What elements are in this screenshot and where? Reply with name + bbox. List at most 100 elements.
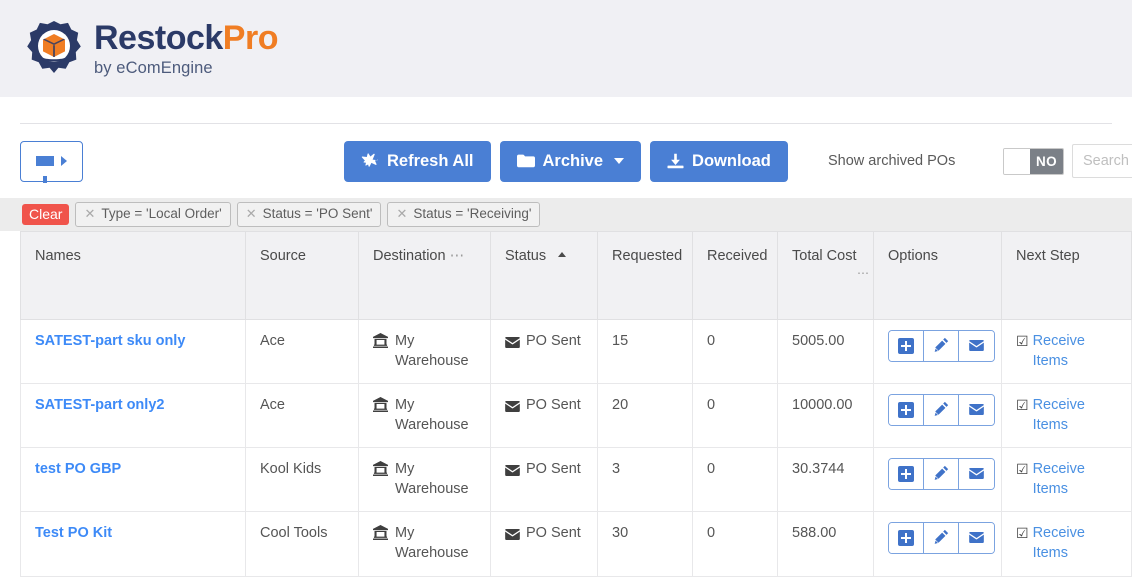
po-name-link[interactable]: SATEST-part sku only xyxy=(35,333,185,349)
edit-icon-button[interactable] xyxy=(924,459,959,489)
restockpro-logo: RestockPro by eComEngine xyxy=(24,19,278,79)
cell-status: PO Sent xyxy=(491,448,598,512)
archive-button[interactable]: Archive xyxy=(500,141,642,182)
cell-total-cost: 10000.00 xyxy=(778,384,874,448)
chevron-down-icon xyxy=(614,158,624,164)
envelope-icon xyxy=(505,399,520,419)
remove-filter-icon[interactable]: ✕ xyxy=(396,206,407,222)
column-header-requested[interactable]: Requested xyxy=(598,232,693,320)
row-options-group xyxy=(888,394,995,426)
table-header-row: Names Source Destination ⋯ Status Reques… xyxy=(21,232,1132,320)
envelope-icon xyxy=(505,463,520,483)
cell-source: Ace xyxy=(246,320,359,384)
status-label: PO Sent xyxy=(526,396,581,416)
column-header-source[interactable]: Source xyxy=(246,232,359,320)
archive-label: Archive xyxy=(543,152,604,171)
refresh-all-button[interactable]: Refresh All xyxy=(344,141,491,182)
checked-checkbox-icon: ☑ xyxy=(1016,525,1029,542)
table-row[interactable]: SATEST-part sku only Ace My Warehouse xyxy=(21,320,1132,384)
download-button[interactable]: Download xyxy=(650,141,788,182)
logo-subtitle: by eComEngine xyxy=(94,60,278,77)
warehouse-icon xyxy=(373,397,388,419)
column-header-destination[interactable]: Destination ⋯ xyxy=(359,232,491,320)
filter-button[interactable] xyxy=(20,141,83,182)
column-label: Next Step xyxy=(1016,248,1080,264)
cell-received: 0 xyxy=(693,384,778,448)
cell-total-cost: 5005.00 xyxy=(778,320,874,384)
cell-source: Ace xyxy=(246,384,359,448)
column-header-next-step[interactable]: Next Step xyxy=(1002,232,1132,320)
po-name-link[interactable]: Test PO Kit xyxy=(35,525,112,541)
cell-received: 0 xyxy=(693,448,778,512)
next-step-link[interactable]: Receive Items xyxy=(1033,332,1115,371)
logo-wordmark: RestockPro xyxy=(94,21,278,55)
plane-icon xyxy=(361,153,379,169)
po-name-link[interactable]: SATEST-part only2 xyxy=(35,397,164,413)
search-input[interactable] xyxy=(1072,144,1132,178)
cell-status: PO Sent xyxy=(491,320,598,384)
filter-chip[interactable]: ✕ Status = 'PO Sent' xyxy=(237,202,382,227)
row-options-group xyxy=(888,330,995,362)
cell-requested: 3 xyxy=(598,448,693,512)
column-label: Options xyxy=(888,248,938,264)
add-icon-button[interactable] xyxy=(889,331,924,361)
next-step-link[interactable]: Receive Items xyxy=(1033,524,1115,563)
cell-total-cost: 30.3744 xyxy=(778,448,874,512)
add-icon-button[interactable] xyxy=(889,523,924,553)
add-icon-button[interactable] xyxy=(889,459,924,489)
next-step-link[interactable]: Receive Items xyxy=(1033,396,1115,435)
edit-icon-button[interactable] xyxy=(924,331,959,361)
cell-next-step: ☑ Receive Items xyxy=(1002,512,1132,576)
edit-icon-button[interactable] xyxy=(924,395,959,425)
table-row[interactable]: Test PO Kit Cool Tools My Warehouse xyxy=(21,512,1132,576)
email-envelope-icon xyxy=(969,467,984,482)
filter-chip[interactable]: ✕ Status = 'Receiving' xyxy=(387,202,540,227)
email-icon-button[interactable] xyxy=(959,459,994,489)
email-envelope-icon xyxy=(969,403,984,418)
chevron-right-icon xyxy=(61,156,67,166)
edit-pencil-icon xyxy=(934,465,949,483)
next-step-link[interactable]: Receive Items xyxy=(1033,460,1115,499)
envelope-icon xyxy=(505,527,520,547)
table-row[interactable]: SATEST-part only2 Ace My Warehouse xyxy=(21,384,1132,448)
po-name-link[interactable]: test PO GBP xyxy=(35,461,121,477)
clear-filters-button[interactable]: Clear xyxy=(22,204,69,225)
action-button-group: Refresh All Archive Download xyxy=(344,141,788,182)
email-icon-button[interactable] xyxy=(959,331,994,361)
status-label: PO Sent xyxy=(526,460,581,480)
remove-filter-icon[interactable]: ✕ xyxy=(246,206,257,222)
cell-destination: My Warehouse xyxy=(359,448,491,512)
filter-chip-label: Status = 'Receiving' xyxy=(413,206,531,222)
column-header-options[interactable]: Options xyxy=(874,232,1002,320)
filter-chip[interactable]: ✕ Type = 'Local Order' xyxy=(75,202,230,227)
download-label: Download xyxy=(692,152,771,171)
cell-options xyxy=(874,384,1002,448)
column-label: Destination xyxy=(373,248,446,264)
table-row[interactable]: test PO GBP Kool Kids My Warehouse xyxy=(21,448,1132,512)
filter-chip-label: Type = 'Local Order' xyxy=(101,206,221,222)
column-header-total-cost[interactable]: Total Cost ⋯ xyxy=(778,232,874,320)
checked-checkbox-icon: ☑ xyxy=(1016,333,1029,350)
cell-destination: My Warehouse xyxy=(359,320,491,384)
column-header-status[interactable]: Status xyxy=(491,232,598,320)
email-icon-button[interactable] xyxy=(959,523,994,553)
status-label: PO Sent xyxy=(526,524,581,544)
remove-filter-icon[interactable]: ✕ xyxy=(84,206,95,222)
cell-requested: 30 xyxy=(598,512,693,576)
cell-name: Test PO Kit xyxy=(21,512,246,576)
add-icon-button[interactable] xyxy=(889,395,924,425)
column-header-received[interactable]: Received xyxy=(693,232,778,320)
cell-options xyxy=(874,320,1002,384)
column-label: Source xyxy=(260,248,306,264)
folder-icon xyxy=(517,154,535,168)
logo-word-restock: Restock xyxy=(94,19,223,57)
sort-ascending-icon xyxy=(558,252,566,257)
column-header-names[interactable]: Names xyxy=(21,232,246,320)
checked-checkbox-icon: ☑ xyxy=(1016,461,1029,478)
destination-label: My Warehouse xyxy=(395,332,471,371)
show-archived-toggle[interactable]: NO xyxy=(1003,148,1064,175)
email-icon-button[interactable] xyxy=(959,395,994,425)
cell-total-cost: 588.00 xyxy=(778,512,874,576)
warehouse-icon xyxy=(373,525,388,547)
edit-icon-button[interactable] xyxy=(924,523,959,553)
